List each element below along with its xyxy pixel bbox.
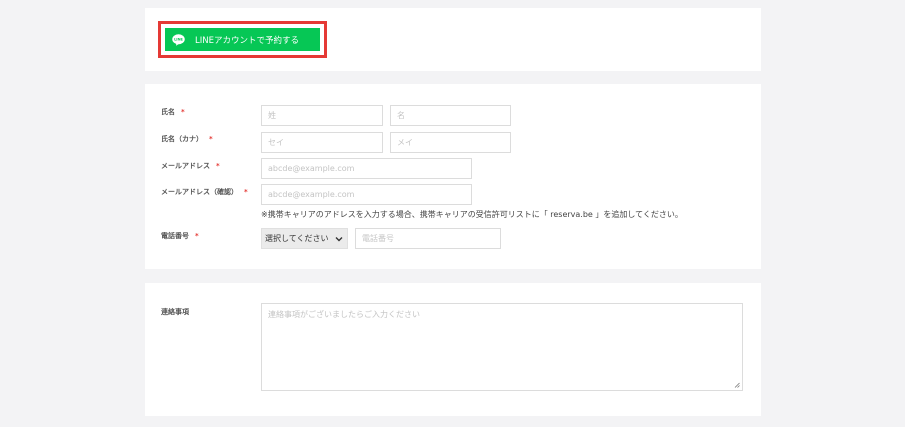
- last-name-kana-input[interactable]: [261, 132, 383, 153]
- required-mark: *: [244, 188, 248, 196]
- email-input[interactable]: [261, 158, 472, 179]
- notes-label: 連絡事項: [161, 308, 189, 316]
- first-name-kana-input[interactable]: [390, 132, 511, 153]
- required-mark: *: [195, 232, 199, 240]
- email-confirm-input[interactable]: [261, 184, 472, 205]
- line-reserve-button[interactable]: LINE LINEアカウントで予約する: [165, 28, 320, 51]
- resize-handle-icon[interactable]: [734, 382, 740, 388]
- phone-input[interactable]: [355, 228, 501, 249]
- name-kana-label: 氏名（カナ） *: [161, 135, 213, 143]
- required-mark: *: [216, 162, 220, 170]
- line-button-highlight: LINE LINEアカウントで予約する: [158, 21, 327, 58]
- line-reservation-card: LINE LINEアカウントで予約する: [145, 8, 761, 71]
- phone-country-select[interactable]: 選択してください: [261, 228, 348, 249]
- phone-label: 電話番号 *: [161, 232, 199, 240]
- phone-country-select-value: 選択してください: [265, 234, 329, 243]
- required-mark: *: [209, 135, 213, 143]
- name-label: 氏名 *: [161, 108, 185, 116]
- line-logo-icon: LINE: [172, 33, 185, 46]
- notes-card: 連絡事項: [145, 283, 761, 416]
- chevron-down-icon: [335, 237, 343, 242]
- carrier-email-note: ※携帯キャリアのアドレスを入力する場合、携帯キャリアの受信許可リストに「 res…: [261, 210, 683, 219]
- required-mark: *: [181, 108, 185, 116]
- first-name-input[interactable]: [390, 105, 511, 126]
- email-label: メールアドレス *: [161, 162, 220, 170]
- customer-info-card: 氏名* 氏名（カナ）* メールアドレス* メールアドレス（確認）* ※携帯キャリ…: [145, 84, 761, 269]
- last-name-input[interactable]: [261, 105, 383, 126]
- email-confirm-label: メールアドレス（確認） *: [161, 188, 248, 196]
- line-reserve-button-label: LINEアカウントで予約する: [195, 35, 299, 46]
- notes-textarea[interactable]: [261, 303, 743, 391]
- svg-text:LINE: LINE: [174, 37, 183, 41]
